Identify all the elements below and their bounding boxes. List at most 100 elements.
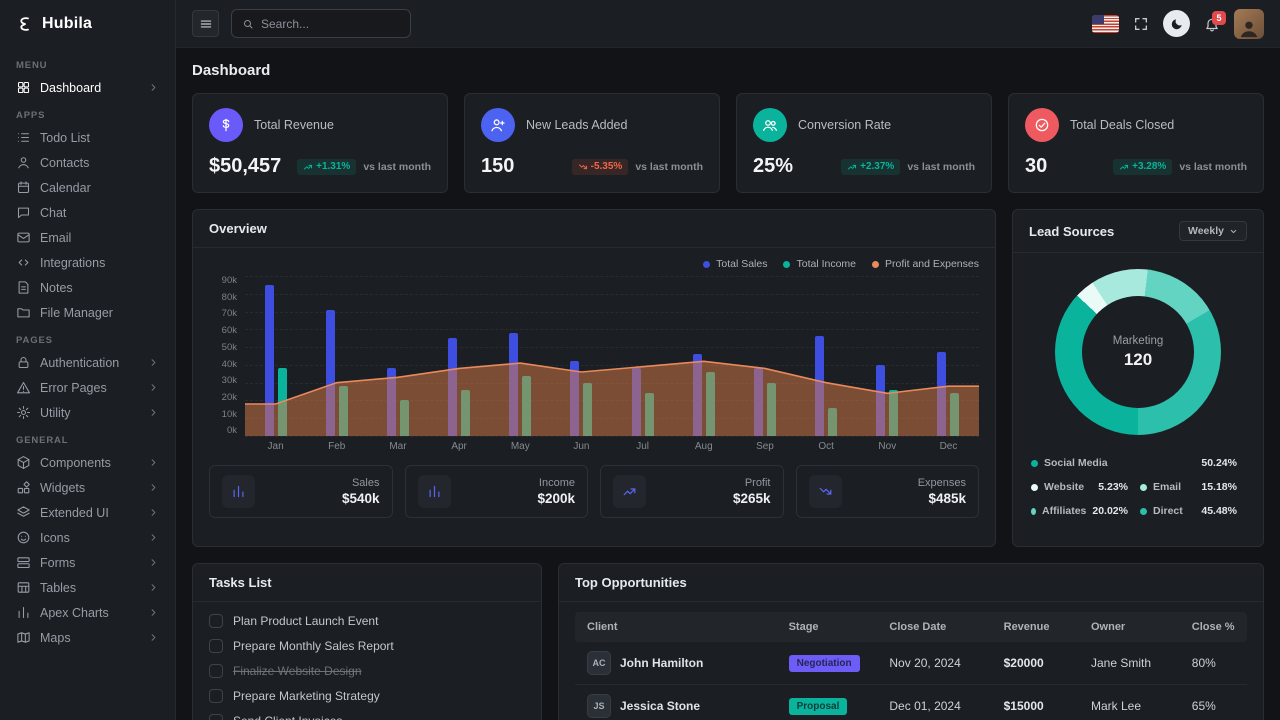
- brand[interactable]: Hubila: [0, 0, 175, 48]
- user-icon: [16, 155, 31, 170]
- tasks-title: Tasks List: [209, 575, 272, 590]
- box-icon: [16, 455, 31, 470]
- lead-legend-value: 45.48%: [1201, 505, 1237, 517]
- close-date: Dec 01, 2024: [877, 684, 992, 720]
- task-item-plan-product-launch-event[interactable]: Plan Product Launch Event: [209, 608, 525, 633]
- bar-group-may: [490, 276, 551, 436]
- language-flag-button[interactable]: [1092, 14, 1119, 33]
- opportunities-title: Top Opportunities: [575, 575, 687, 590]
- sidebar-item-extended-ui[interactable]: Extended UI: [8, 500, 167, 525]
- menu-toggle-button[interactable]: [192, 10, 219, 37]
- brand-logo-icon: [16, 15, 34, 33]
- stat-note: vs last month: [1179, 160, 1247, 173]
- sidebar-item-label: Notes: [40, 280, 73, 295]
- bar-group-jun: [551, 276, 612, 436]
- opportunities-table: Client Stage Close Date Revenue Owner Close %…: [575, 612, 1247, 720]
- sidebar-item-icons[interactable]: Icons: [8, 525, 167, 550]
- sidebar-item-label: Utility: [40, 405, 71, 420]
- users-icon: [753, 108, 787, 142]
- table-row[interactable]: AC John Hamilton Negotiation Nov 20, 2024 $2…: [575, 642, 1247, 685]
- x-tick: Jul: [636, 441, 650, 452]
- x-tick: Sep: [756, 441, 774, 452]
- y-tick: 30k: [221, 375, 237, 387]
- trendUp-icon: [613, 475, 646, 508]
- tile-value: $540k: [341, 491, 380, 506]
- lead-legend-affiliates: Affiliates 20.02%: [1029, 499, 1138, 523]
- sidebar-item-label: Maps: [40, 630, 71, 645]
- x-tick: Nov: [878, 441, 897, 452]
- task-item-prepare-marketing-strategy[interactable]: Prepare Marketing Strategy: [209, 683, 525, 708]
- task-item-send-client-invoices[interactable]: Send Client Invoices: [209, 708, 525, 720]
- stat-card-conversion-rate: Conversion Rate 25% +2.37% vs last month: [736, 93, 992, 193]
- legend-item-total-sales: Total Sales: [703, 258, 767, 270]
- column-header-owner: Owner: [1078, 612, 1180, 642]
- lead-legend-email: Email 15.18%: [1138, 475, 1247, 499]
- fullscreen-button[interactable]: [1133, 16, 1149, 32]
- bar-total-income: [399, 400, 409, 436]
- bar-total-income: [828, 407, 838, 436]
- sidebar-item-email[interactable]: Email: [8, 225, 167, 250]
- sidebar-item-chat[interactable]: Chat: [8, 200, 167, 225]
- tile-value: $265k: [732, 491, 771, 506]
- stat-value: 150: [481, 155, 515, 177]
- sidebar-item-apex-charts[interactable]: Apex Charts: [8, 600, 167, 625]
- task-checkbox[interactable]: [209, 663, 223, 678]
- sidebar-item-maps[interactable]: Maps: [8, 625, 167, 650]
- lead-legend-label: Website: [1044, 481, 1085, 493]
- chart-icon: [222, 475, 255, 508]
- sidebar-item-components[interactable]: Components: [8, 450, 167, 475]
- task-checkbox[interactable]: [209, 613, 223, 628]
- mail-icon: [16, 230, 31, 245]
- folder-icon: [16, 305, 31, 320]
- task-checkbox[interactable]: [209, 688, 223, 703]
- sidebar-item-calendar[interactable]: Calendar: [8, 175, 167, 200]
- sidebar-item-label: Widgets: [40, 480, 86, 495]
- sidebar-item-authentication[interactable]: Authentication: [8, 350, 167, 375]
- chevron-down-icon: [1230, 229, 1237, 233]
- overview-footer: Sales $540k Income $200k Profit $265k Expenses…: [209, 465, 979, 518]
- search-box[interactable]: [231, 9, 411, 38]
- y-tick: 0k: [226, 425, 237, 437]
- sidebar-item-file-manager[interactable]: File Manager: [8, 300, 167, 325]
- donut-center-label: Marketing: [1112, 334, 1164, 347]
- bar-total-sales: [570, 361, 580, 436]
- sidebar-item-tables[interactable]: Tables: [8, 575, 167, 600]
- task-checkbox[interactable]: [209, 638, 223, 653]
- sidebar-item-contacts[interactable]: Contacts: [8, 150, 167, 175]
- bar-group-nov: [857, 276, 918, 436]
- chevron-right-icon: [148, 557, 159, 568]
- mid-row: Overview Total Sales Total Income Profit a…: [192, 209, 1264, 547]
- top-opportunities-card: Top Opportunities Client Stage Close Date R…: [558, 563, 1264, 720]
- overview-y-axis: 90k 80k 70k 60k 50k 40k 30k 20k 10k 0k: [209, 276, 237, 436]
- sidebar-item-forms[interactable]: Forms: [8, 550, 167, 575]
- lead-legend-direct: Direct 45.48%: [1138, 499, 1247, 523]
- stat-note: vs last month: [363, 160, 431, 173]
- sidebar-item-integrations[interactable]: Integrations: [8, 250, 167, 275]
- sidebar-item-widgets[interactable]: Widgets: [8, 475, 167, 500]
- x-tick: Mar: [389, 441, 407, 452]
- user-avatar[interactable]: [1234, 8, 1264, 39]
- stat-title: Total Deals Closed: [1070, 118, 1175, 132]
- stat-card-total-deals-closed: Total Deals Closed 30 +3.28% vs last month: [1008, 93, 1264, 193]
- sidebar-item-notes[interactable]: Notes: [8, 275, 167, 300]
- lead-legend-value: 5.23%: [1098, 481, 1128, 493]
- sidebar: Hubila Menu Dashboard Apps Todo List Contact…: [0, 0, 176, 720]
- sidebar-item-dashboard[interactable]: Dashboard: [8, 75, 167, 100]
- table-row[interactable]: JS Jessica Stone Proposal Dec 01, 2024 $1500…: [575, 684, 1247, 720]
- stat-note: vs last month: [635, 160, 703, 173]
- sidebar-item-utility[interactable]: Utility: [8, 400, 167, 425]
- task-checkbox[interactable]: [209, 713, 223, 720]
- tasks-list-card: Tasks List Plan Product Launch Event Prep…: [192, 563, 542, 720]
- search-icon: [242, 18, 254, 30]
- task-item-finalize-website-design[interactable]: Finalize Website Design: [209, 658, 525, 683]
- overview-bars: [245, 276, 979, 436]
- y-tick: 70k: [221, 308, 237, 320]
- dark-mode-button[interactable]: [1163, 10, 1190, 37]
- sidebar-item-todo-list[interactable]: Todo List: [8, 125, 167, 150]
- leads-filter-select[interactable]: Weekly: [1179, 221, 1247, 241]
- legend-item-profit-and-expenses: Profit and Expenses: [872, 258, 979, 270]
- stats-row: Total Revenue $50,457 +1.31% vs last month N…: [192, 93, 1264, 193]
- sidebar-item-error-pages[interactable]: Error Pages: [8, 375, 167, 400]
- task-item-prepare-monthly-sales-report[interactable]: Prepare Monthly Sales Report: [209, 633, 525, 658]
- search-input[interactable]: [261, 16, 400, 31]
